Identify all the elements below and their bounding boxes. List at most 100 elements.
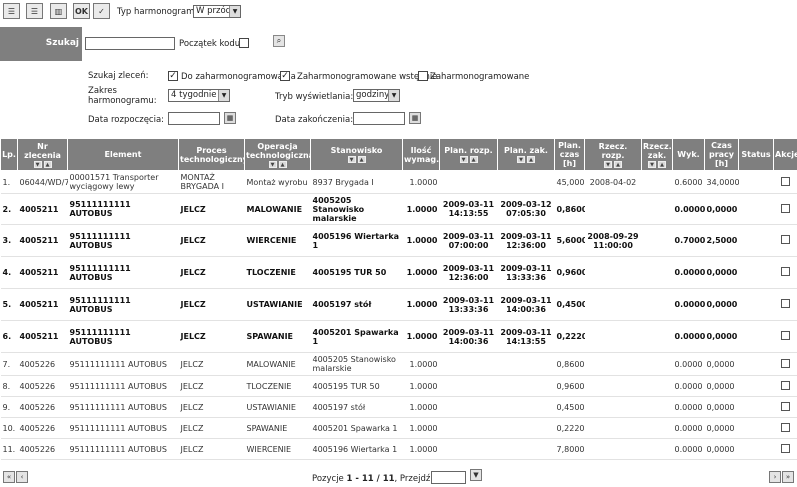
cell-st: 8937 Brygada I (310, 170, 403, 194)
cell-lp: 6. (0, 320, 18, 353)
scheduled-checkbox[interactable] (418, 71, 428, 81)
cell-lp: 8. (0, 375, 18, 397)
next-page-button[interactable]: › (769, 471, 781, 483)
cell-rz (641, 193, 673, 225)
cell-status (738, 352, 774, 376)
cell-status (738, 320, 774, 353)
cell-actions (773, 352, 797, 376)
sort-desc-icon[interactable]: ▼ (33, 160, 42, 168)
double-chevron-left-icon: « (6, 473, 12, 481)
cell-el: 95111111111 AUTOBUS (67, 320, 179, 353)
cell-cp: 0,0000 (704, 396, 739, 418)
sort-asc-icon[interactable]: ▲ (357, 156, 366, 163)
col-operation-header[interactable]: Operacja technologiczna ▼ ▲ (244, 138, 311, 171)
cell-lp: 4. (0, 256, 18, 289)
sort-asc-icon[interactable]: ▲ (614, 160, 622, 168)
col-plan-end-header[interactable]: Plan. zak. ▼ ▲ (497, 138, 555, 171)
prev-page-button[interactable]: ‹ (16, 471, 28, 483)
sort-desc-icon[interactable]: ▼ (347, 156, 356, 163)
row-select-checkbox[interactable] (781, 267, 790, 276)
sort-desc-icon[interactable]: ▼ (517, 156, 525, 163)
end-calendar-button[interactable]: ▦ (409, 112, 421, 124)
chevron-left-icon: ‹ (20, 473, 24, 481)
cell-rr (584, 352, 642, 376)
row-select-checkbox[interactable] (781, 299, 790, 308)
orders-table: Lp. Nr zlecenia ▼ ▲ Element Proces technologi… (0, 138, 797, 460)
cell-pr (439, 375, 498, 397)
cell-st: 4005197 stół (310, 396, 403, 418)
end-date-input[interactable] (353, 112, 405, 125)
sort-desc-icon[interactable]: ▼ (268, 160, 277, 168)
cell-il: 1.0000 (402, 438, 440, 460)
sort-desc-icon[interactable]: ▼ (459, 156, 468, 163)
cell-proc: MONTAŻ BRYGADA I (178, 170, 245, 194)
cell-op: MALOWANIE (244, 193, 311, 225)
grid-view-button[interactable]: ☰ (3, 3, 20, 19)
delete-button[interactable]: ▥ (50, 3, 67, 19)
schedule-type-label: Typ harmonogramu: (117, 7, 203, 17)
col-order-no-header[interactable]: Nr zlecenia ▼ ▲ (17, 138, 68, 171)
cell-rr: 2008-04-02 (584, 170, 642, 194)
row-select-checkbox[interactable] (781, 203, 790, 213)
cell-lp: 5. (0, 288, 18, 321)
sort-desc-icon[interactable]: ▼ (604, 160, 612, 168)
sort-desc-icon[interactable]: ▼ (648, 160, 656, 168)
cell-wyk: 0.6000 (672, 170, 705, 194)
row-select-checkbox[interactable] (781, 443, 790, 453)
goto-page-button[interactable]: ▼ (470, 469, 482, 481)
cell-pz (497, 352, 555, 376)
code-start-label: Początek kodu (179, 39, 241, 49)
col-actual-end-header[interactable]: Rzecz. zak. ▼ ▲ (641, 138, 673, 171)
cell-pc: 7,8000 (554, 438, 585, 460)
chevron-down-icon: ▼ (229, 6, 240, 17)
sort-asc-icon[interactable]: ▲ (658, 160, 666, 168)
cell-op: TLOCZENIE (244, 375, 311, 397)
display-mode-select[interactable]: godziny ▼ (353, 89, 400, 102)
cell-rz (641, 352, 673, 376)
col-plan-start-header[interactable]: Plan. rozp. ▼ ▲ (439, 138, 498, 171)
cell-st: 4005196 Wiertarka 1 (310, 224, 403, 257)
pre-scheduled-checkbox[interactable]: ✓ (280, 71, 290, 81)
cell-st: 4005205 Stanowisko malarskie (310, 193, 403, 225)
cell-st: 4005201 Spawarka 1 (310, 320, 403, 353)
goto-page-input[interactable] (431, 471, 466, 484)
last-page-button[interactable]: » (782, 471, 794, 483)
start-calendar-button[interactable]: ▦ (224, 112, 236, 124)
row-select-checkbox[interactable] (781, 422, 790, 432)
ok-button[interactable]: OK (73, 3, 90, 19)
grid-edit-button[interactable]: ☰ (26, 3, 43, 19)
row-select-checkbox[interactable] (781, 331, 790, 340)
cell-nr: 4005211 (17, 320, 68, 353)
sort-asc-icon[interactable]: ▲ (278, 160, 287, 168)
schedule-type-select[interactable]: W przód ▼ (193, 5, 241, 18)
first-page-button[interactable]: « (3, 471, 15, 483)
start-date-input[interactable] (168, 112, 220, 125)
cell-rr (584, 438, 642, 460)
row-select-checkbox[interactable] (781, 176, 790, 186)
row-select-checkbox[interactable] (781, 380, 790, 390)
sort-asc-icon[interactable]: ▲ (469, 156, 478, 163)
code-start-checkbox[interactable] (239, 38, 249, 48)
sort-asc-icon[interactable]: ▲ (527, 156, 535, 163)
range-label: Zakres harmonogramu: (88, 86, 157, 106)
row-select-checkbox[interactable] (781, 358, 790, 368)
row-select-checkbox[interactable] (781, 235, 790, 244)
cell-il: 1.0000 (402, 224, 440, 257)
search-button[interactable]: ⌕ (273, 35, 285, 47)
row-select-checkbox[interactable] (781, 401, 790, 411)
sort-asc-icon[interactable]: ▲ (43, 160, 52, 168)
search-input[interactable] (85, 37, 175, 50)
cell-pr: 2009-03-11 07:00:00 (439, 224, 498, 257)
cell-status (738, 396, 774, 418)
orders-label: Szukaj zleceń: (88, 71, 149, 81)
cell-el: 95111111111 AUTOBUS (67, 193, 179, 225)
col-workstation-header[interactable]: Stanowisko ▼ ▲ (310, 138, 403, 171)
range-select[interactable]: 4 tygodnie ▼ (168, 89, 230, 102)
cell-el: 95111111111 AUTOBUS (67, 256, 179, 289)
to-schedule-checkbox[interactable]: ✓ (168, 71, 178, 81)
checkmark-icon: ✓ (98, 6, 105, 16)
col-actual-start-header[interactable]: Rzecz. rozp. ▼ ▲ (584, 138, 642, 171)
confirm-button[interactable]: ✓ (93, 3, 110, 19)
cell-status (738, 193, 774, 225)
start-date-label: Data rozpoczęcia: (88, 115, 165, 125)
